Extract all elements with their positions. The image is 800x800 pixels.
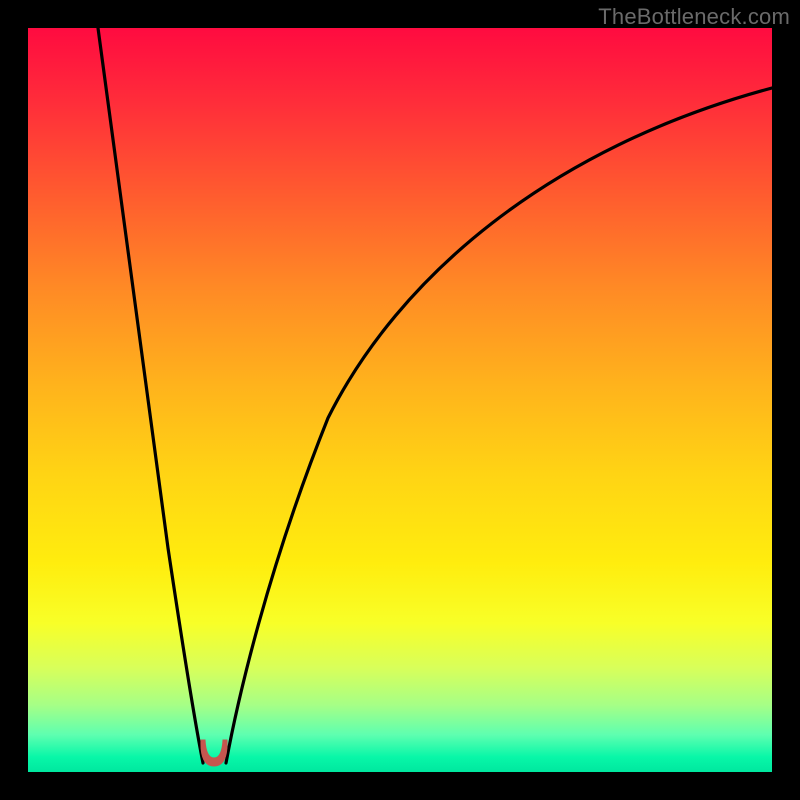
curve-min-bump [201,740,227,766]
watermark-text: TheBottleneck.com [598,4,790,30]
chart-panel [28,28,772,772]
bottleneck-curve [28,28,772,772]
curve-left-branch [98,28,203,763]
curve-right-branch [226,88,772,763]
